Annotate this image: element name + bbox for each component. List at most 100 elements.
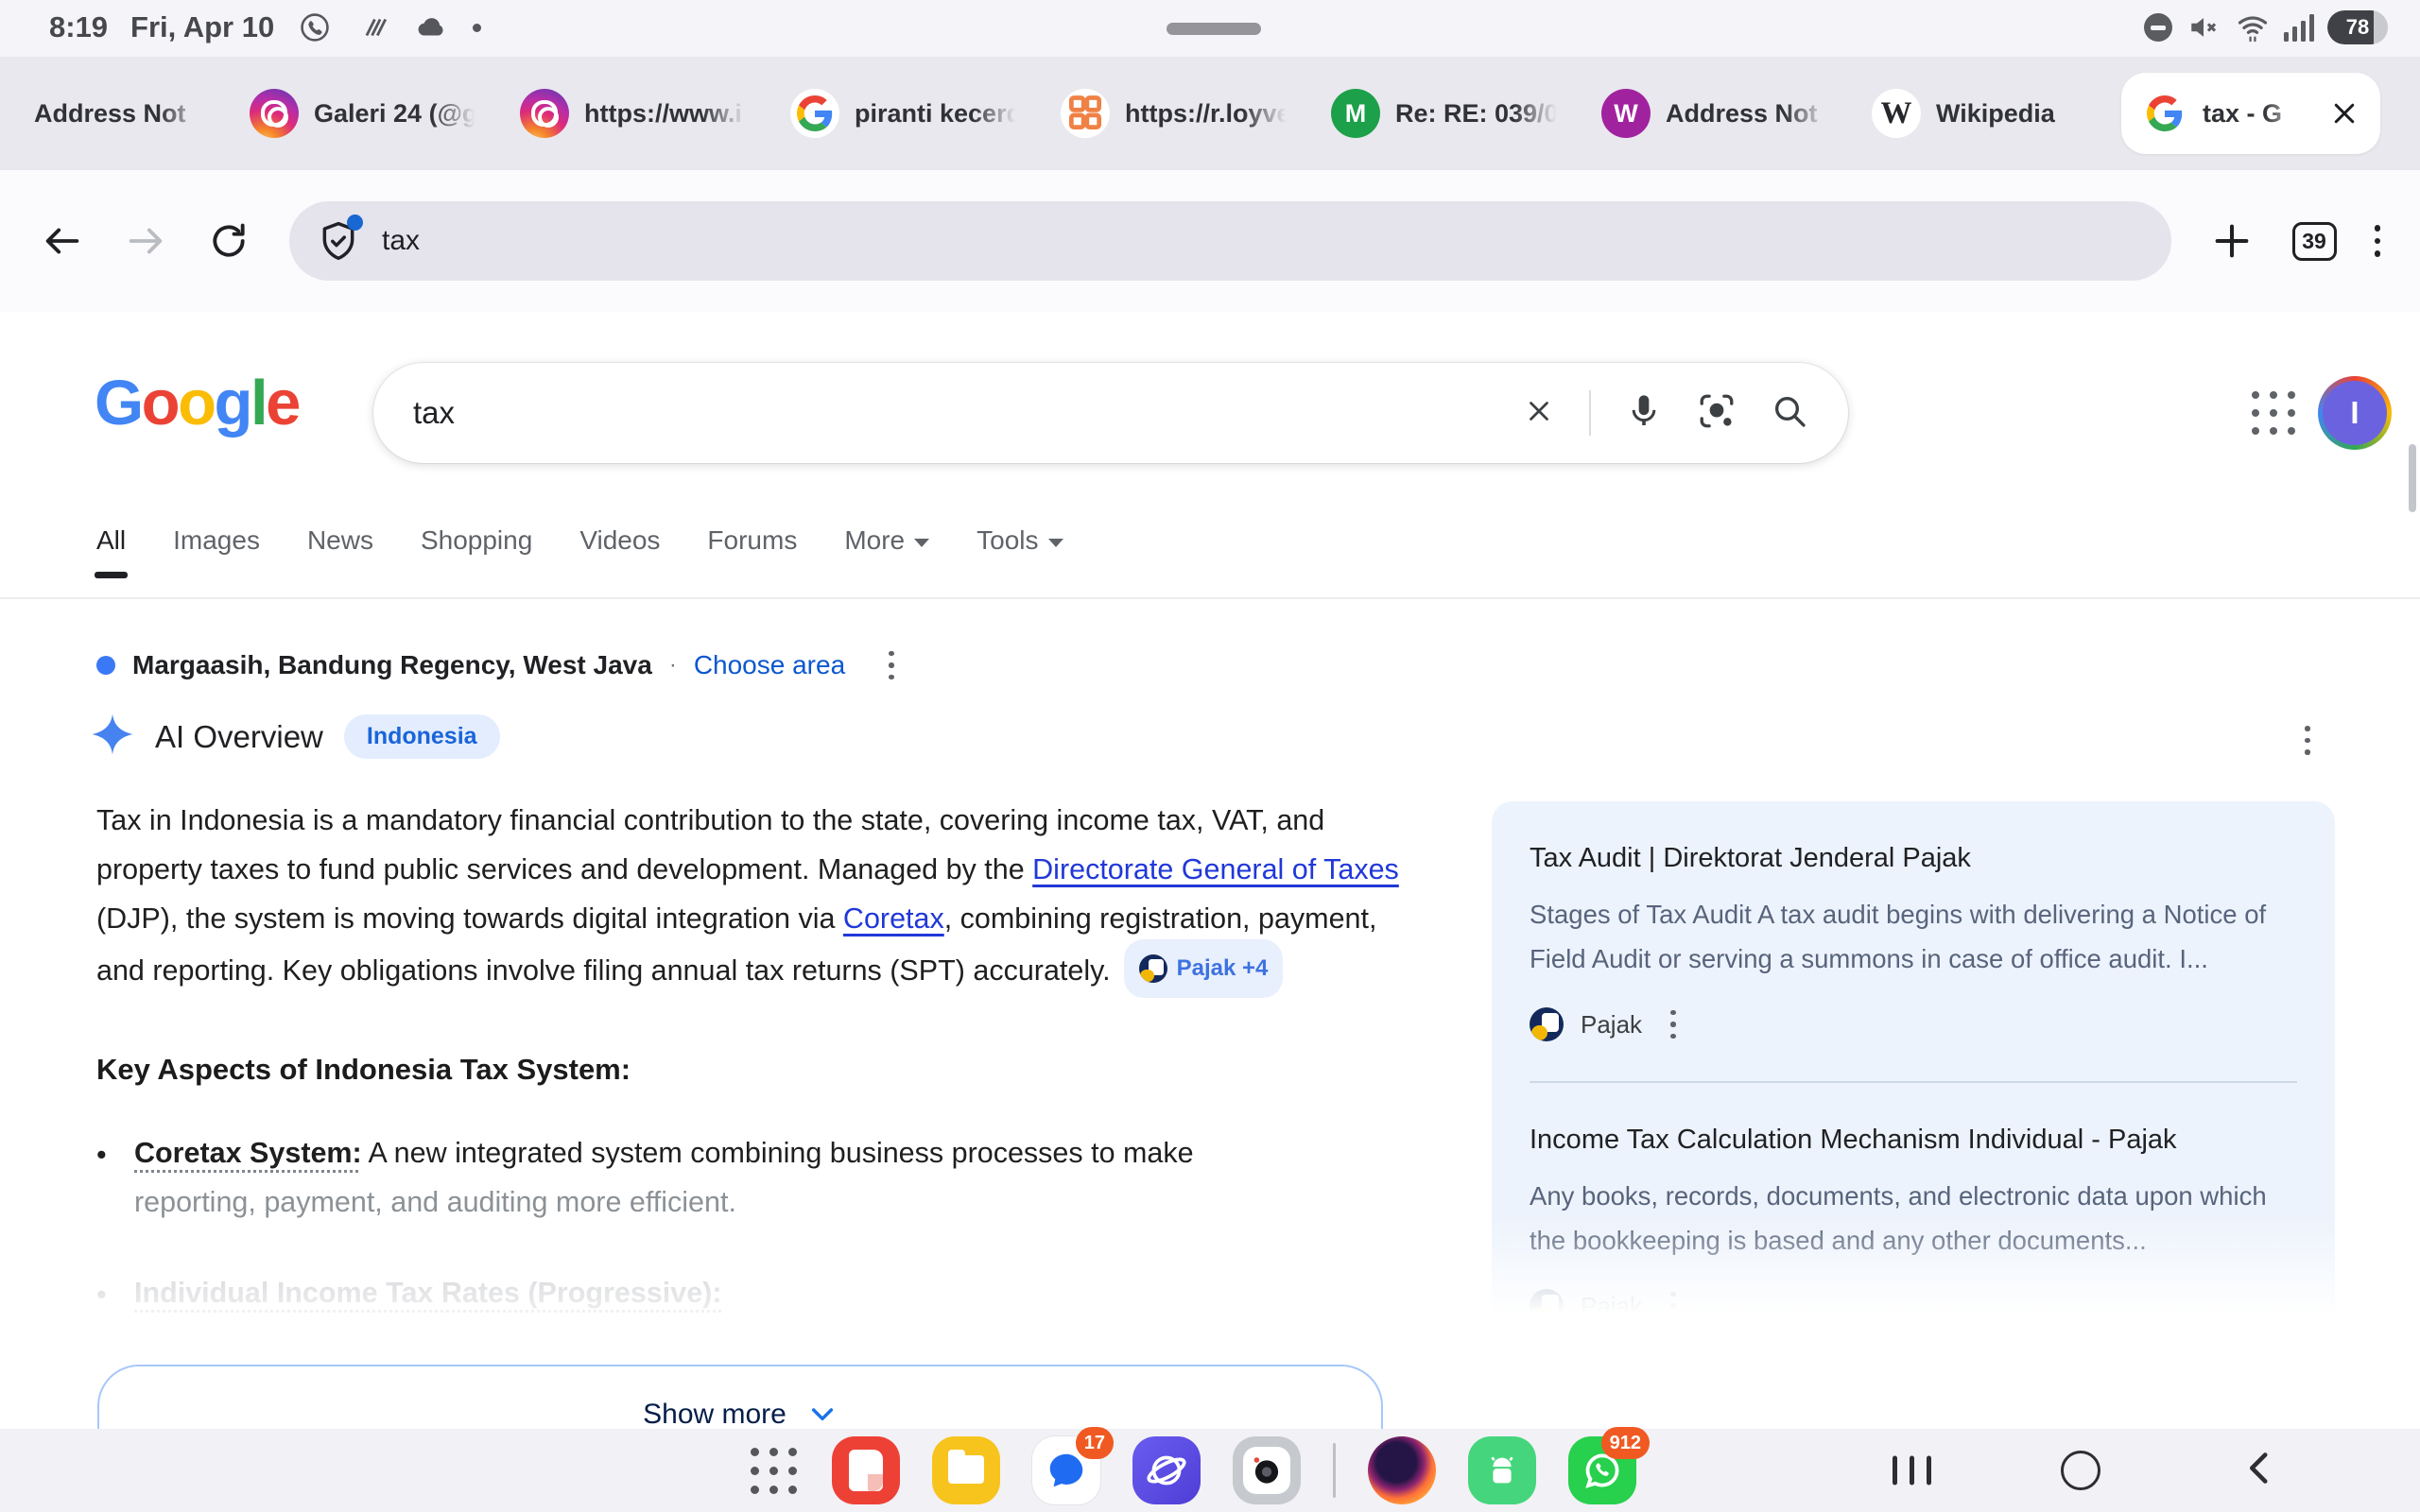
forward-button[interactable] xyxy=(123,218,168,264)
card-menu-button[interactable] xyxy=(1670,1010,1676,1040)
pajak-favicon-icon xyxy=(1530,1007,1564,1041)
tab-title: piranti kecerd xyxy=(855,99,1019,129)
new-tab-button[interactable] xyxy=(2209,218,2255,264)
scrollbar[interactable] xyxy=(2409,444,2416,512)
show-more-button[interactable]: Show more xyxy=(97,1365,1383,1429)
location-bar: Margaasih, Bandung Regency, West Java · … xyxy=(96,650,894,680)
search-input[interactable]: tax xyxy=(413,395,455,431)
ai-overview-header: AI Overview Indonesia xyxy=(91,713,500,761)
reload-button[interactable] xyxy=(206,218,251,264)
google-apps-grid-icon[interactable] xyxy=(2252,391,2295,435)
link-directorate-general-of-taxes[interactable]: Directorate General of Taxes xyxy=(1032,853,1399,885)
tab-all[interactable]: All xyxy=(96,525,126,556)
site-security-shield-icon[interactable] xyxy=(318,218,359,264)
tab-gmail-thread[interactable]: M Re: RE: 039/0 xyxy=(1310,57,1581,170)
web-page: Google tax I All Images News Shoppi xyxy=(0,312,2420,1429)
ai-spark-icon xyxy=(91,713,134,761)
link-coretax[interactable]: Coretax xyxy=(843,902,944,935)
bullet-term-link[interactable]: Coretax System: xyxy=(134,1137,362,1169)
cloud-icon xyxy=(414,9,450,45)
android-app-icon[interactable] xyxy=(1468,1436,1536,1504)
tab-address-not-1[interactable]: Address Not xyxy=(13,57,229,170)
recents-button[interactable] xyxy=(1893,1456,1931,1486)
tab-switcher-button[interactable]: 39 xyxy=(2292,222,2337,261)
location-text: Margaasih, Bandung Regency, West Java xyxy=(132,650,652,680)
back-button[interactable] xyxy=(40,218,85,264)
tab-piranti[interactable]: piranti kecerd xyxy=(769,57,1040,170)
card-snippet: Stages of Tax Audit A tax audit begins w… xyxy=(1530,892,2297,981)
tab-galeri24[interactable]: Galeri 24 (@g xyxy=(229,57,499,170)
tab-videos[interactable]: Videos xyxy=(579,525,660,556)
camera-cutout xyxy=(1167,23,1261,35)
bullet-term-link[interactable]: Individual Income Tax Rates (Progressive… xyxy=(134,1277,721,1309)
ai-overview-region-badge[interactable]: Indonesia xyxy=(344,714,500,759)
source-chip[interactable]: Pajak +4 xyxy=(1124,939,1284,998)
card-source-row: Pajak xyxy=(1530,1007,2297,1041)
choose-area-link[interactable]: Choose area xyxy=(694,650,845,680)
avatar-letter: I xyxy=(2323,381,2387,445)
browser-menu-button[interactable] xyxy=(2375,225,2381,257)
samsung-notes-icon[interactable] xyxy=(832,1436,900,1504)
taskbar: 17 912 xyxy=(0,1429,2420,1512)
voice-search-icon[interactable] xyxy=(1625,392,1663,435)
chevron-down-icon xyxy=(914,539,929,547)
tab-instagram-url[interactable]: https://www.i xyxy=(499,57,769,170)
bullet-dot: • xyxy=(96,1268,110,1319)
camera-icon[interactable] xyxy=(1233,1436,1301,1504)
app-drawer-icon[interactable] xyxy=(747,1444,800,1497)
url-bar[interactable]: tax xyxy=(289,201,2171,281)
source-name: Pajak xyxy=(1581,1010,1642,1040)
samsung-internet-icon[interactable] xyxy=(1132,1436,1201,1504)
tab-address-not-2[interactable]: W Address Not xyxy=(1581,57,1851,170)
tab-shopping[interactable]: Shopping xyxy=(421,525,532,556)
tab-forums[interactable]: Forums xyxy=(707,525,797,556)
ai-overview-source-cards: Tax Audit | Direktorat Jenderal Pajak St… xyxy=(1492,801,2335,1327)
bullet-income-tax-rates: • Individual Income Tax Rates (Progressi… xyxy=(96,1268,1420,1319)
google-lens-icon[interactable] xyxy=(1697,391,1737,436)
firefox-icon[interactable] xyxy=(1368,1436,1436,1504)
my-files-icon[interactable] xyxy=(932,1436,1000,1504)
search-icon[interactable] xyxy=(1771,392,1808,435)
wifi-icon xyxy=(2235,9,2271,45)
tab-images[interactable]: Images xyxy=(173,525,260,556)
account-avatar[interactable]: I xyxy=(2318,376,2392,450)
tab-more[interactable]: More xyxy=(844,525,929,556)
tab-title: Galeri 24 (@g xyxy=(314,99,478,129)
tab-wikipedia[interactable]: W Wikipedia xyxy=(1851,57,2121,170)
back-nav-button[interactable] xyxy=(2240,1449,2280,1493)
ai-overview-menu-button[interactable] xyxy=(2305,726,2310,755)
source-card[interactable]: Tax Audit | Direktorat Jenderal Pajak St… xyxy=(1492,801,2335,1041)
card-title-link[interactable]: Tax Audit | Direktorat Jenderal Pajak xyxy=(1530,839,2297,877)
volte-icon xyxy=(355,9,391,45)
tab-active-tax[interactable]: tax - G xyxy=(2121,73,2380,154)
clear-search-icon[interactable] xyxy=(1523,395,1555,432)
home-button[interactable] xyxy=(2061,1451,2100,1490)
tab-loyverse[interactable]: https://r.loyve xyxy=(1040,57,1310,170)
source-card[interactable]: Income Tax Calculation Mechanism Individ… xyxy=(1492,1083,2335,1323)
search-box[interactable]: tax xyxy=(373,363,1848,463)
card-snippet: Any books, records, documents, and elect… xyxy=(1530,1174,2297,1263)
messages-icon[interactable]: 17 xyxy=(1032,1436,1100,1504)
browser-tab-strip: Address Not Galeri 24 (@g https://www.i … xyxy=(0,57,2420,170)
bullet-dot: • xyxy=(96,1128,110,1227)
location-menu-button[interactable] xyxy=(889,651,894,680)
whatsapp-icon[interactable]: 912 xyxy=(1568,1436,1636,1504)
tab-news[interactable]: News xyxy=(307,525,373,556)
tab-tools[interactable]: Tools xyxy=(977,525,1063,556)
close-icon[interactable] xyxy=(2327,96,2361,130)
instagram-icon xyxy=(520,89,569,138)
do-not-disturb-icon xyxy=(2144,13,2172,42)
ai-overview-title: AI Overview xyxy=(155,719,323,755)
notification-badge: 17 xyxy=(1076,1427,1114,1459)
google-g-icon xyxy=(2140,89,2189,138)
google-g-icon xyxy=(790,89,839,138)
google-logo[interactable]: Google xyxy=(95,367,299,439)
mute-icon xyxy=(2186,9,2221,45)
card-menu-button[interactable] xyxy=(1670,1292,1676,1321)
url-text[interactable]: tax xyxy=(382,225,420,257)
location-dot-icon xyxy=(96,656,115,675)
tab-title: Wikipedia xyxy=(1936,99,2100,129)
clock: 8:19 xyxy=(49,10,108,44)
tab-title: Address Not xyxy=(1666,99,1830,129)
card-title-link[interactable]: Income Tax Calculation Mechanism Individ… xyxy=(1530,1121,2297,1159)
